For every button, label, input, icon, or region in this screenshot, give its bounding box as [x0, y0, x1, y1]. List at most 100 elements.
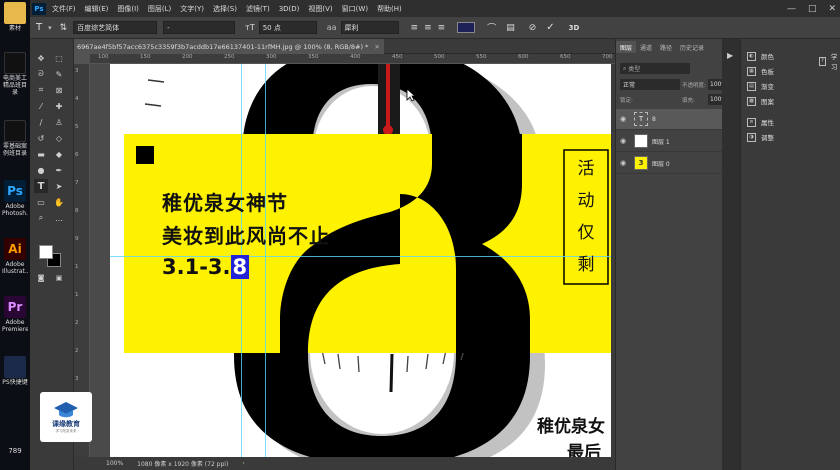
- zoom-tool-icon[interactable]: ⌕: [34, 211, 48, 225]
- eraser-tool-icon[interactable]: ◇: [52, 131, 66, 145]
- text-color-swatch[interactable]: [457, 22, 476, 33]
- desktop-icon-ps-shortcuts[interactable]: PS快捷键: [2, 356, 28, 386]
- eye-icon[interactable]: ◉: [616, 137, 630, 145]
- lasso-tool-icon[interactable]: ᘐ: [34, 67, 48, 81]
- layer-thumbnail-icon: 3: [634, 156, 648, 170]
- tab-history[interactable]: 历史记录: [676, 41, 708, 53]
- desktop-icon-photoshop[interactable]: Ps Adobe Photosh...: [2, 180, 28, 217]
- layer-row-text-8[interactable]: ◉ T 8: [616, 109, 723, 130]
- menu-image[interactable]: 图像(I): [117, 4, 139, 14]
- menu-window[interactable]: 窗口(W): [342, 4, 368, 14]
- blend-mode-select[interactable]: 正常: [620, 79, 680, 90]
- type-tool-preset-icon[interactable]: T: [36, 22, 42, 33]
- close-button[interactable]: ✕: [828, 4, 836, 14]
- clone-stamp-tool-icon[interactable]: ♙: [52, 115, 66, 129]
- frame-tool-icon[interactable]: ⊠: [52, 83, 66, 97]
- menu-view[interactable]: 视图(V): [308, 4, 332, 14]
- text-layer-icon: T: [634, 112, 648, 126]
- status-arrow-icon[interactable]: ›: [242, 460, 244, 467]
- panel-properties[interactable]: ≡ 属性: [747, 117, 774, 127]
- healing-brush-tool-icon[interactable]: ✚: [52, 99, 66, 113]
- menu-file[interactable]: 文件(F): [52, 4, 76, 14]
- menu-edit[interactable]: 编辑(E): [85, 4, 109, 14]
- menu-3d[interactable]: 3D(D): [279, 5, 300, 13]
- minimize-button[interactable]: —: [787, 4, 796, 14]
- align-center-icon[interactable]: ≡: [424, 23, 432, 33]
- orientation-toggle-icon[interactable]: ⇅: [60, 23, 68, 33]
- poster-headline[interactable]: 稚优泉女神节: [162, 187, 288, 216]
- desktop-icon-folder[interactable]: 素材: [2, 2, 28, 32]
- layer-row-layer-0[interactable]: ◉ 3 图层 0: [616, 153, 723, 174]
- panel-learn[interactable]: ? 学习: [819, 51, 840, 71]
- canvas-area[interactable]: 稚优泉女神节 美妆到此风尚不止 3.1-3.8 活 动 仅 剩 稚优泉女 最后: [90, 64, 611, 457]
- layer-thumbnail-icon: [634, 134, 648, 148]
- menu-help[interactable]: 帮助(H): [377, 4, 402, 14]
- menu-layer[interactable]: 图层(L): [148, 4, 171, 14]
- premiere-icon: Pr: [4, 296, 26, 318]
- layer-row-layer-1[interactable]: ◉ 图层 1: [616, 131, 723, 152]
- document-tab[interactable]: 6967ae4f5bf57acc6375c3359f3b7acddb17e661…: [74, 39, 384, 54]
- tab-layers[interactable]: 图层: [616, 41, 637, 53]
- dodge-tool-icon[interactable]: ●: [34, 163, 48, 177]
- foreground-color-swatch[interactable]: [39, 245, 53, 259]
- align-left-icon[interactable]: ≡: [411, 23, 419, 33]
- desktop-icon-catalog-1[interactable]: 电商美工精品班目录: [2, 52, 28, 96]
- more-tools-icon[interactable]: …: [52, 211, 66, 225]
- font-style-select[interactable]: -: [163, 21, 236, 34]
- play-icon[interactable]: ▶: [727, 51, 733, 60]
- gradient-tool-icon[interactable]: ▬: [34, 147, 48, 161]
- document-canvas[interactable]: 稚优泉女神节 美妆到此风尚不止 3.1-3.8 活 动 仅 剩 稚优泉女 最后: [110, 64, 611, 457]
- layers-panel: 图层 通道 路径 历史记录 ⌕ 类型 正常 不透明度: 100% 锁定: 填充:…: [615, 39, 732, 470]
- panel-color[interactable]: ◐ 颜色: [747, 51, 774, 61]
- font-family-select[interactable]: 百度综艺简体: [73, 21, 158, 34]
- marquee-tool-icon[interactable]: ⬚: [52, 51, 66, 65]
- commit-icon[interactable]: ✓: [546, 22, 554, 33]
- menu-type[interactable]: 文字(Y): [180, 4, 204, 14]
- screen-mode-icon[interactable]: ▣: [52, 271, 66, 285]
- eye-icon[interactable]: ◉: [616, 115, 630, 123]
- menu-filter[interactable]: 滤镜(T): [246, 4, 270, 14]
- tab-paths[interactable]: 路径: [656, 41, 676, 53]
- panel-swatches[interactable]: ▦ 色板: [747, 66, 774, 76]
- quick-mask-icon[interactable]: ◙: [34, 271, 48, 285]
- desktop-icon-illustrator[interactable]: Ai Adobe Illustrat...: [2, 238, 28, 275]
- 3d-button[interactable]: 3D: [569, 24, 580, 32]
- align-right-icon[interactable]: ≡: [438, 23, 446, 33]
- file-icon: [4, 52, 26, 74]
- shape-tool-icon[interactable]: ▭: [34, 195, 48, 209]
- panel-pattern[interactable]: ▩ 图案: [747, 96, 774, 106]
- watermark-logo: 课缘教育 学习改变未来: [40, 392, 92, 442]
- pen-tool-icon[interactable]: ✒: [52, 163, 66, 177]
- poster-subline[interactable]: 美妆到此风尚不止: [162, 220, 330, 249]
- character-panel-icon[interactable]: ▤: [506, 23, 515, 33]
- chevron-down-icon[interactable]: ▾: [48, 24, 52, 32]
- panel-gradient[interactable]: ▤ 渐变: [747, 81, 774, 91]
- cancel-icon[interactable]: ⊘: [529, 23, 537, 33]
- brush-tool-icon[interactable]: ∕: [34, 115, 48, 129]
- hand-tool-icon[interactable]: ✋: [52, 195, 66, 209]
- antialias-select[interactable]: 犀利: [340, 21, 399, 34]
- zoom-level[interactable]: 100%: [106, 460, 123, 467]
- side-panels: ◐ 颜色 ▦ 色板 ▤ 渐变 ▩ 图案 ≡ 属性 ◑ 调整 ? 学习: [740, 39, 840, 470]
- font-size-select[interactable]: 50 点: [258, 21, 317, 34]
- layer-filter-select[interactable]: ⌕ 类型: [620, 63, 690, 74]
- desktop-icon-premiere[interactable]: Pr Adobe Premiere...: [2, 296, 28, 333]
- type-tool-icon[interactable]: T: [34, 179, 48, 193]
- quick-select-tool-icon[interactable]: ✎: [52, 67, 66, 81]
- path-select-tool-icon[interactable]: ➤: [52, 179, 66, 193]
- history-brush-tool-icon[interactable]: ↺: [34, 131, 48, 145]
- eyedropper-tool-icon[interactable]: ⁄: [34, 99, 48, 113]
- blur-tool-icon[interactable]: ◆: [52, 147, 66, 161]
- poster-date-selected[interactable]: 8: [230, 255, 250, 279]
- maximize-button[interactable]: □: [808, 4, 817, 14]
- menu-select[interactable]: 选择(S): [213, 4, 237, 14]
- desktop-icon-catalog-2[interactable]: 零基础案例班目录: [2, 120, 28, 157]
- panel-adjustments[interactable]: ◑ 调整: [747, 132, 774, 142]
- move-tool-icon[interactable]: ✥: [34, 51, 48, 65]
- tab-channels[interactable]: 通道: [636, 41, 656, 53]
- warp-text-icon[interactable]: ⌒: [487, 21, 496, 34]
- eye-icon[interactable]: ◉: [616, 159, 630, 167]
- poster-date[interactable]: 3.1-3.8: [162, 255, 250, 279]
- crop-tool-icon[interactable]: ⌗: [34, 83, 48, 97]
- close-tab-icon[interactable]: ✕: [374, 43, 379, 51]
